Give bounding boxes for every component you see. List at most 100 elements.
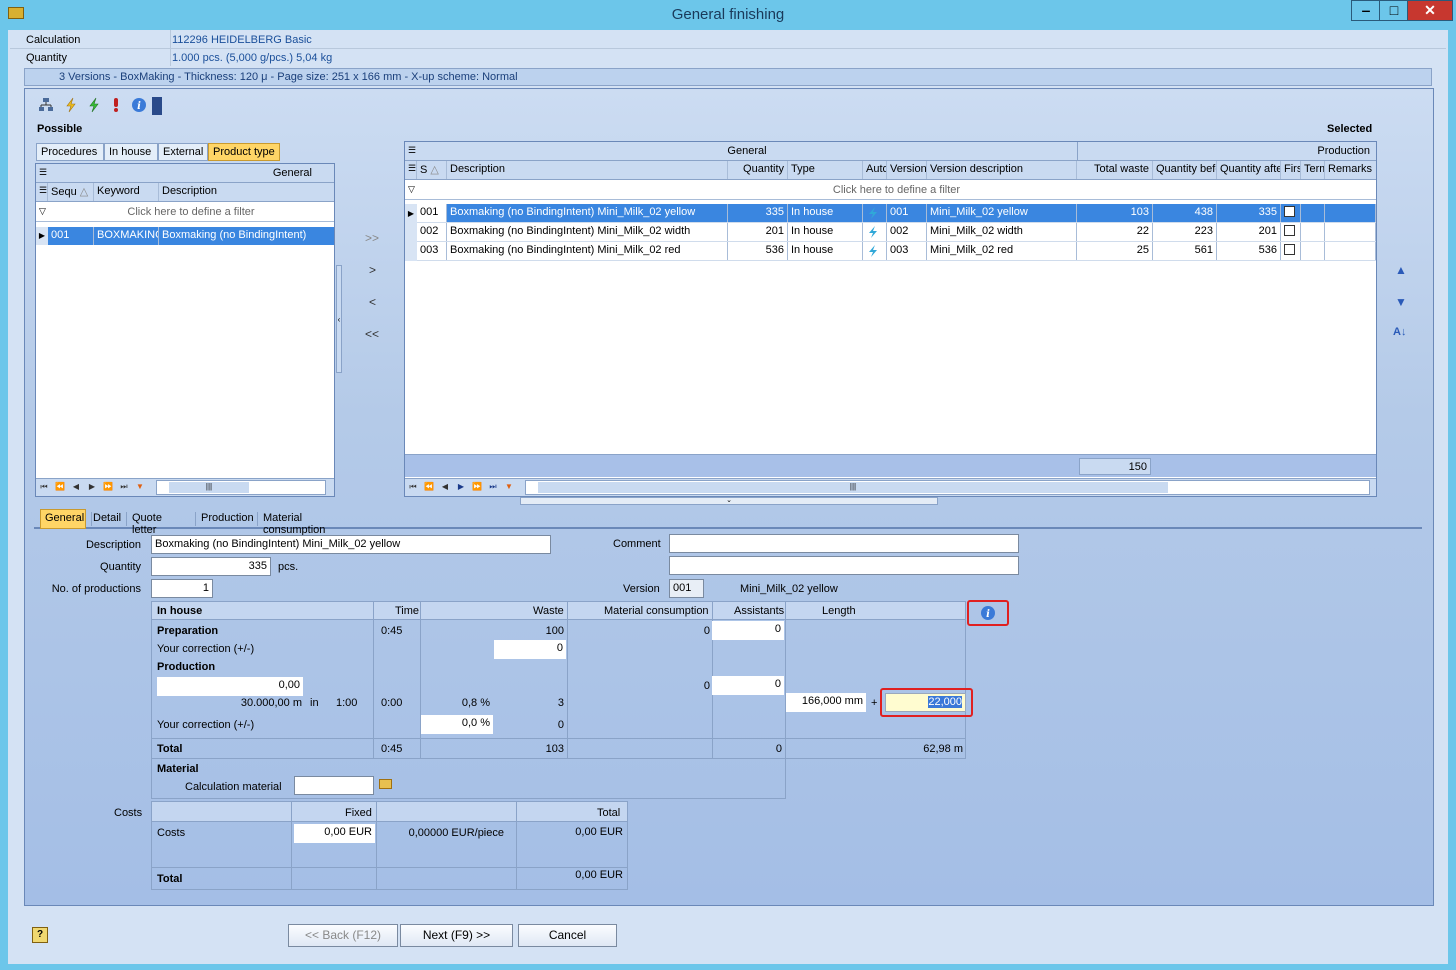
col-quantity-before[interactable]: Quantity before	[1153, 161, 1217, 179]
remove-all-button[interactable]: <<	[365, 327, 379, 341]
horizontal-splitter[interactable]: ⌄	[520, 497, 938, 505]
length-field[interactable]: 166,000 mm	[786, 693, 866, 712]
tab-general[interactable]: General	[40, 509, 86, 529]
production-input[interactable]: 0,00	[157, 677, 303, 696]
filter-icon[interactable]: ▼	[132, 479, 148, 495]
length-add-field[interactable]: 22,000	[885, 693, 966, 712]
col-total-waste[interactable]: Total waste	[1077, 161, 1153, 179]
prev-page-icon[interactable]: ⏪	[52, 479, 68, 495]
tab-external[interactable]: External	[158, 143, 208, 161]
quantity-field[interactable]: 335	[151, 557, 271, 576]
col-auto[interactable]: Auto	[863, 161, 887, 179]
sort-az-icon[interactable]: A↓	[1393, 326, 1406, 338]
column-chooser-icon[interactable]: ☰	[36, 183, 48, 201]
move-up-icon[interactable]: ▲	[1395, 263, 1407, 277]
first-icon[interactable]: ⏮	[36, 479, 52, 495]
scroll-thumb[interactable]: |||	[169, 482, 249, 493]
add-all-button[interactable]: >>	[365, 231, 379, 245]
last-icon[interactable]: ⏭	[485, 479, 501, 495]
info-icon[interactable]: i	[980, 605, 996, 624]
info-icon[interactable]: i	[131, 97, 147, 116]
col-type[interactable]: Type	[788, 161, 863, 179]
col-quantity[interactable]: Quantity	[728, 161, 788, 179]
col-first[interactable]: First	[1281, 161, 1301, 179]
filter-icon[interactable]: ▼	[501, 479, 517, 495]
group-label: General	[272, 167, 312, 179]
col-sequ[interactable]: Sequ △	[48, 183, 94, 201]
comment-field-line2[interactable]	[669, 556, 1019, 575]
column-chooser-icon[interactable]: ☰	[408, 145, 416, 156]
tab-product-type[interactable]: Product type	[208, 143, 280, 161]
first-checkbox[interactable]	[1284, 225, 1295, 236]
maximize-button[interactable]: □	[1379, 0, 1409, 21]
cell-auto[interactable]	[863, 223, 887, 241]
move-down-icon[interactable]: ▼	[1395, 295, 1407, 309]
col-quantity-after[interactable]: Quantity after	[1217, 161, 1281, 179]
description-field[interactable]: Boxmaking (no BindingIntent) Mini_Milk_0…	[151, 535, 551, 554]
col-keyword[interactable]: Keyword	[94, 183, 159, 201]
cancel-button[interactable]: Cancel	[518, 924, 617, 947]
table-row[interactable]: 003 Boxmaking (no BindingIntent) Mini_Mil…	[405, 242, 1376, 261]
col-description[interactable]: Description	[159, 183, 334, 201]
no-of-productions-field[interactable]: 1	[151, 579, 213, 598]
table-row[interactable]: 002 Boxmaking (no BindingIntent) Mini_Mil…	[405, 223, 1376, 242]
prev-icon[interactable]: ◀	[68, 479, 84, 495]
next-icon[interactable]: ▶	[84, 479, 100, 495]
version-field[interactable]: 001	[669, 579, 704, 598]
back-button[interactable]: << Back (F12)	[288, 924, 398, 947]
minimize-button[interactable]: ‒	[1351, 0, 1381, 21]
close-button[interactable]: ✕	[1407, 0, 1453, 21]
splitter-handle[interactable]: ‹	[336, 265, 342, 373]
col-remarks[interactable]: Remarks	[1325, 161, 1376, 179]
prev-page-icon[interactable]: ⏪	[421, 479, 437, 495]
lightning-green-icon[interactable]	[86, 97, 102, 116]
prev-icon[interactable]: ◀	[437, 479, 453, 495]
filter-row[interactable]: ▽ Click here to define a filter	[36, 202, 334, 222]
tab-production[interactable]: Production	[196, 509, 256, 529]
comment-field[interactable]	[669, 534, 1019, 553]
production-material: 0	[703, 680, 710, 692]
last-icon[interactable]: ⏭	[116, 479, 132, 495]
col-description[interactable]: Description	[447, 161, 728, 179]
col-version-description[interactable]: Version description	[927, 161, 1077, 179]
correction-waste-field[interactable]: 0	[494, 640, 566, 659]
horizontal-scrollbar[interactable]: |||	[156, 480, 326, 495]
remove-button[interactable]: <	[369, 295, 376, 309]
cell-auto[interactable]	[863, 242, 887, 260]
column-chooser-icon[interactable]: ☰	[39, 167, 47, 178]
help-icon[interactable]: ?	[32, 927, 48, 943]
correction2-percent-field[interactable]: 0,0 %	[421, 715, 493, 734]
next-button[interactable]: Next (F9) >>	[400, 924, 513, 947]
first-icon[interactable]: ⏮	[405, 479, 421, 495]
next-page-icon[interactable]: ⏩	[469, 479, 485, 495]
scroll-thumb[interactable]: |||	[538, 482, 1168, 493]
next-icon[interactable]: ▶	[453, 479, 469, 495]
col-version[interactable]: Version	[887, 161, 927, 179]
tab-material-consumption[interactable]: Material consumption	[258, 509, 370, 536]
tree-icon[interactable]	[38, 97, 56, 113]
col-s[interactable]: S △	[417, 161, 447, 179]
cell-auto[interactable]	[863, 204, 887, 222]
table-row[interactable]: ▶ 001 BOXMAKING Boxmaking (no BindingInt…	[36, 227, 334, 245]
col-term[interactable]: Term	[1301, 161, 1325, 179]
prep-assistants-field[interactable]: 0	[712, 621, 784, 640]
costs-fixed-field[interactable]: 0,00 EUR	[294, 824, 375, 843]
add-button[interactable]: >	[369, 263, 376, 277]
first-checkbox[interactable]	[1284, 244, 1295, 255]
tab-in-house[interactable]: In house	[104, 143, 158, 161]
toolbar-dropdown-icon[interactable]	[152, 97, 162, 115]
column-chooser-icon[interactable]: ☰	[405, 161, 417, 179]
exclamation-icon[interactable]	[108, 97, 124, 116]
calc-material-field[interactable]	[294, 776, 374, 795]
lightning-yellow-icon[interactable]	[63, 97, 79, 116]
folder-icon[interactable]	[379, 779, 392, 789]
production-assistants-field[interactable]: 0	[712, 676, 784, 695]
tab-quote-letter[interactable]: Quote letter	[127, 509, 193, 536]
first-checkbox[interactable]: ✔	[1284, 206, 1295, 217]
next-page-icon[interactable]: ⏩	[100, 479, 116, 495]
table-row[interactable]: ▶ 001 Boxmaking (no BindingIntent) Mini_Mi…	[405, 204, 1376, 223]
horizontal-scrollbar[interactable]: |||	[525, 480, 1370, 495]
tab-procedures[interactable]: Procedures	[36, 143, 104, 161]
filter-row[interactable]: ▽ Click here to define a filter	[405, 180, 1376, 200]
tab-detail[interactable]: Detail	[88, 509, 125, 529]
